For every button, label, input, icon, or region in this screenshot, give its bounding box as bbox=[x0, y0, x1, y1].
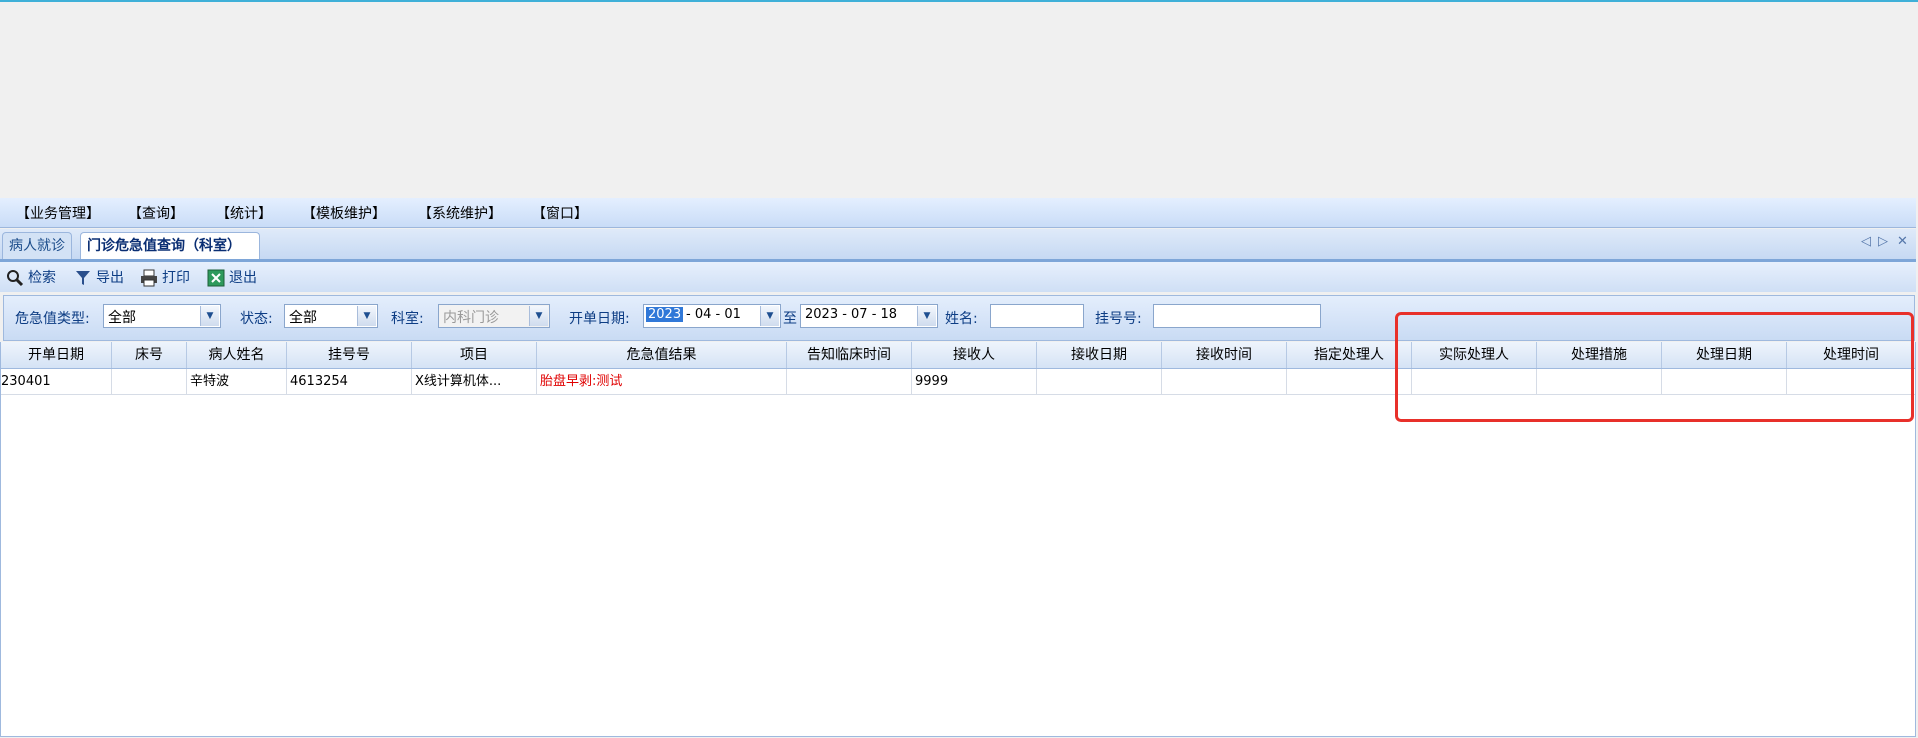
status-label: 状态: bbox=[240, 311, 273, 327]
menu-window[interactable]: 【窗口】 bbox=[532, 203, 588, 223]
tab-strip: 病人就诊 门诊危急值查询（科室） ◁ ▷ ✕ bbox=[0, 229, 1916, 262]
date-to-label: 至 bbox=[783, 311, 797, 327]
export-button[interactable]: 导出 bbox=[74, 267, 124, 289]
dept-label: 科室: bbox=[391, 311, 424, 327]
reg-no-label: 挂号号: bbox=[1095, 311, 1142, 327]
date-label: 开单日期: bbox=[569, 311, 630, 327]
col-order-date[interactable]: 开单日期 bbox=[1, 342, 112, 368]
printer-icon bbox=[140, 269, 158, 287]
search-button-label: 检索 bbox=[28, 270, 56, 286]
tab-prev-icon[interactable]: ◁ bbox=[1861, 234, 1871, 249]
menu-statistics[interactable]: 【统计】 bbox=[216, 203, 272, 223]
calendar-dropdown-icon[interactable]: ▼ bbox=[760, 306, 779, 326]
magnifier-icon bbox=[6, 269, 24, 287]
cell-bed-no[interactable] bbox=[112, 369, 187, 394]
status-select[interactable]: 全部 ▼ bbox=[284, 304, 378, 328]
cell-receive-time[interactable] bbox=[1162, 369, 1287, 394]
cell-item[interactable]: X线计算机体... bbox=[412, 369, 537, 394]
search-button[interactable]: 检索 bbox=[6, 267, 56, 289]
date-from-picker[interactable]: 2023 - 04 - 01 ▼ bbox=[643, 304, 781, 328]
print-button[interactable]: 打印 bbox=[140, 267, 190, 289]
date-from-year[interactable]: 2023 bbox=[646, 307, 684, 322]
menu-business[interactable]: 【业务管理】 bbox=[16, 203, 100, 223]
type-select[interactable]: 全部 ▼ bbox=[103, 304, 221, 328]
cell-order-date[interactable]: 230401 bbox=[1, 369, 112, 394]
date-from-rest[interactable]: - 04 - 01 bbox=[686, 307, 741, 322]
cell-receive-date[interactable] bbox=[1037, 369, 1162, 394]
col-receiver[interactable]: 接收人 bbox=[912, 342, 1037, 368]
chevron-down-icon[interactable]: ▼ bbox=[357, 306, 376, 326]
tab-patient-visit[interactable]: 病人就诊 bbox=[2, 232, 72, 259]
type-select-value: 全部 bbox=[108, 310, 136, 326]
type-label: 危急值类型: bbox=[15, 311, 90, 327]
exit-icon bbox=[207, 269, 225, 287]
col-patient-name[interactable]: 病人姓名 bbox=[187, 342, 287, 368]
col-critical-result[interactable]: 危急值结果 bbox=[537, 342, 787, 368]
date-to-value[interactable]: 2023 - 07 - 18 bbox=[805, 307, 897, 322]
filter-funnel-icon bbox=[74, 269, 92, 287]
exit-button-label: 退出 bbox=[229, 270, 257, 286]
date-to-picker[interactable]: 2023 - 07 - 18 ▼ bbox=[800, 304, 938, 328]
name-label: 姓名: bbox=[945, 311, 978, 327]
exit-button[interactable]: 退出 bbox=[207, 267, 257, 289]
tab-close-icon[interactable]: ✕ bbox=[1897, 234, 1908, 249]
chevron-down-icon: ▼ bbox=[529, 306, 548, 326]
calendar-dropdown-icon[interactable]: ▼ bbox=[917, 306, 936, 326]
toolbar: 检索 导出 打印 退出 bbox=[0, 262, 1916, 292]
col-receive-time[interactable]: 接收时间 bbox=[1162, 342, 1287, 368]
cell-receiver[interactable]: 9999 bbox=[912, 369, 1037, 394]
col-bed-no[interactable]: 床号 bbox=[112, 342, 187, 368]
dept-select-value: 内科门诊 bbox=[443, 310, 499, 326]
status-select-value: 全部 bbox=[289, 310, 317, 326]
menu-template[interactable]: 【模板维护】 bbox=[302, 203, 386, 223]
menu-system[interactable]: 【系统维护】 bbox=[418, 203, 502, 223]
menu-bar: 【业务管理】 【查询】 【统计】 【模板维护】 【系统维护】 【窗口】 bbox=[0, 198, 1916, 228]
dept-select: 内科门诊 ▼ bbox=[438, 304, 550, 328]
cell-notify-time[interactable] bbox=[787, 369, 912, 394]
print-button-label: 打印 bbox=[162, 270, 190, 286]
tab-critical-value-query[interactable]: 门诊危急值查询（科室） bbox=[80, 232, 260, 259]
col-receive-date[interactable]: 接收日期 bbox=[1037, 342, 1162, 368]
col-notify-time[interactable]: 告知临床时间 bbox=[787, 342, 912, 368]
cell-patient-name[interactable]: 辛特波 bbox=[187, 369, 287, 394]
col-item[interactable]: 项目 bbox=[412, 342, 537, 368]
annotation-highlight-box bbox=[1395, 312, 1914, 422]
col-reg-no[interactable]: 挂号号 bbox=[287, 342, 412, 368]
cell-critical-result[interactable]: 胎盘早剥:测试 bbox=[537, 369, 787, 394]
cell-reg-no[interactable]: 4613254 bbox=[287, 369, 412, 394]
tab-next-icon[interactable]: ▷ bbox=[1878, 234, 1888, 249]
col-assigned-handler[interactable]: 指定处理人 bbox=[1287, 342, 1412, 368]
cell-assigned-handler[interactable] bbox=[1287, 369, 1412, 394]
chevron-down-icon[interactable]: ▼ bbox=[200, 306, 219, 326]
empty-top-area bbox=[0, 2, 1918, 190]
menu-query[interactable]: 【查询】 bbox=[128, 203, 184, 223]
name-input[interactable] bbox=[990, 304, 1084, 328]
export-button-label: 导出 bbox=[96, 270, 124, 286]
reg-no-input[interactable] bbox=[1153, 304, 1321, 328]
